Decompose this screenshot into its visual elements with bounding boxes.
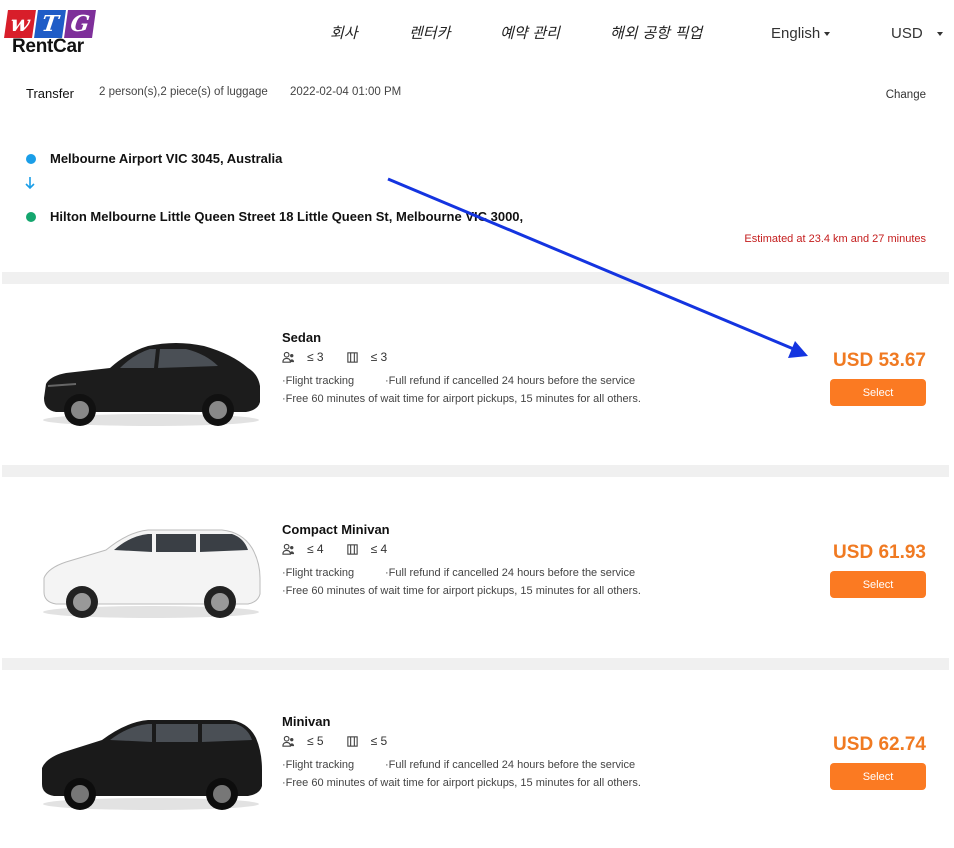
vehicle-card-sedan: Sedan ≤ 3 ≤ 3 ·Flight tracking ·Full ref…: [2, 284, 949, 464]
luggage-capacity: ≤ 3: [346, 350, 388, 364]
vehicle-specs: ≤ 4 ≤ 4: [282, 542, 409, 556]
luggage-capacity: ≤ 5: [346, 734, 388, 748]
trip-type: Transfer: [26, 86, 74, 101]
arrow-down-icon: [24, 176, 36, 194]
minivan-car-image: [42, 720, 262, 810]
passenger-capacity-value: ≤ 5: [307, 734, 324, 748]
feature-line: ·Flight tracking ·Full refund if cancell…: [282, 759, 635, 771]
nav-rentcar[interactable]: 렌터카: [409, 22, 450, 43]
feature-refund: ·Full refund if cancelled 24 hours befor…: [385, 375, 636, 387]
feature-line: ·Flight tracking ·Full refund if cancell…: [282, 375, 635, 387]
select-button[interactable]: Select: [830, 379, 926, 406]
origin-dot-icon: [26, 153, 36, 164]
select-button[interactable]: Select: [830, 763, 926, 790]
passenger-capacity: ≤ 4: [282, 542, 324, 556]
vehicle-name: Minivan: [282, 714, 331, 729]
destination-text: Hilton Melbourne Little Queen Street 18 …: [50, 209, 524, 224]
passenger-capacity-value: ≤ 4: [307, 542, 324, 556]
vehicle-card-compact-minivan: Compact Minivan ≤ 4 ≤ 4 ·Flight tracking…: [2, 476, 949, 656]
section-divider: [2, 272, 949, 284]
nav-reservation[interactable]: 예약 관리: [500, 22, 560, 43]
feature-flight-tracking: ·Flight tracking: [282, 375, 355, 387]
feature-line: ·Flight tracking ·Full refund if cancell…: [282, 567, 635, 579]
feature-wait-time: ·Free 60 minutes of wait time for airpor…: [282, 585, 641, 597]
passenger-capacity: ≤ 5: [282, 734, 324, 748]
luggage-icon: [346, 351, 358, 363]
destination-dot-icon: [26, 211, 36, 222]
feature-flight-tracking: ·Flight tracking: [282, 759, 355, 771]
vehicle-specs: ≤ 5 ≤ 5: [282, 734, 409, 748]
vehicle-name: Sedan: [282, 330, 322, 345]
vehicle-price: USD 62.74: [833, 734, 926, 755]
origin-text: Melbourne Airport VIC 3045, Australia: [50, 151, 283, 166]
nav-company[interactable]: 회사: [330, 22, 358, 43]
origin-location: Melbourne Airport VIC 3045, Australia: [26, 151, 282, 166]
currency-dropdown[interactable]: USD: [891, 25, 943, 42]
language-dropdown[interactable]: English: [771, 25, 831, 42]
destination-location: Hilton Melbourne Little Queen Street 18 …: [26, 209, 523, 224]
luggage-capacity-value: ≤ 3: [370, 350, 388, 364]
estimate-text: Estimated at 23.4 km and 27 minutes: [744, 233, 926, 245]
feature-wait-time: ·Free 60 minutes of wait time for airpor…: [282, 777, 641, 789]
luggage-capacity-value: ≤ 4: [370, 542, 388, 556]
trip-passengers: 2 person(s),2 piece(s) of luggage: [99, 86, 268, 98]
currency-label: USD: [891, 25, 923, 42]
nav-airport-pickup[interactable]: 해외 공항 픽업: [610, 22, 702, 43]
luggage-icon: [346, 735, 358, 747]
sedan-car-image: [43, 343, 260, 426]
caret-down-icon: [824, 32, 831, 37]
language-label: English: [771, 25, 821, 42]
trip-datetime: 2022-02-04 01:00 PM: [290, 86, 402, 98]
person-icon: [282, 351, 295, 363]
person-icon: [282, 735, 295, 747]
caret-down-icon: [936, 32, 943, 37]
feature-refund: ·Full refund if cancelled 24 hours befor…: [385, 759, 636, 771]
main-nav: 회사 렌터카 예약 관리 해외 공항 픽업 English USD: [0, 22, 954, 46]
vehicle-name: Compact Minivan: [282, 522, 390, 537]
vehicle-price: USD 61.93: [833, 542, 926, 563]
vehicle-card-minivan: Minivan ≤ 5 ≤ 5 ·Flight tracking ·Full r…: [2, 668, 949, 848]
luggage-capacity-value: ≤ 5: [370, 734, 388, 748]
feature-wait-time: ·Free 60 minutes of wait time for airpor…: [282, 393, 641, 405]
person-icon: [282, 543, 295, 555]
change-link[interactable]: Change: [886, 89, 926, 101]
passenger-capacity: ≤ 3: [282, 350, 324, 364]
passenger-capacity-value: ≤ 3: [307, 350, 324, 364]
trip-summary: Transfer 2 person(s),2 piece(s) of lugga…: [26, 86, 926, 106]
luggage-capacity: ≤ 4: [346, 542, 388, 556]
feature-flight-tracking: ·Flight tracking: [282, 567, 355, 579]
vehicle-specs: ≤ 3 ≤ 3: [282, 350, 409, 364]
compact-minivan-car-image: [43, 529, 261, 618]
feature-refund: ·Full refund if cancelled 24 hours befor…: [385, 567, 636, 579]
select-button[interactable]: Select: [830, 571, 926, 598]
luggage-icon: [346, 543, 358, 555]
vehicle-price: USD 53.67: [833, 350, 926, 371]
